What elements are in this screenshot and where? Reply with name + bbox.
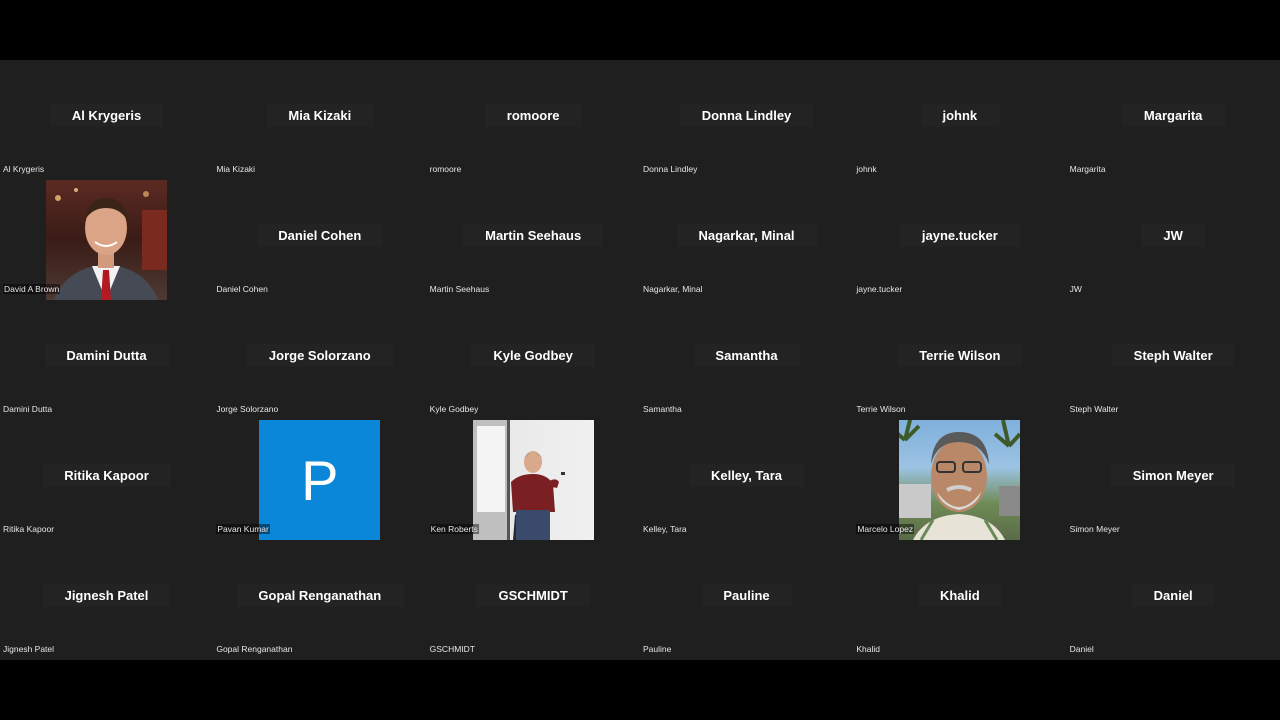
- participant-display-name: Mia Kizaki: [266, 104, 374, 127]
- participant-display-name: Nagarkar, Minal: [676, 224, 817, 247]
- participant-tile[interactable]: Terrie Wilson Terrie Wilson: [853, 300, 1066, 420]
- participant-tile[interactable]: David A Brown: [0, 180, 213, 300]
- participant-name-label: Jorge Solorzano: [216, 404, 279, 414]
- participant-display-name: jayne.tucker: [899, 224, 1020, 247]
- participant-name-label: Jignesh Patel: [3, 644, 55, 654]
- participant-tile[interactable]: Khalid Khalid: [853, 540, 1066, 660]
- avatar-letter: P: [301, 448, 339, 512]
- participant-name-label: Ken Roberts: [429, 524, 479, 534]
- participant-display-name: Kelley, Tara: [688, 464, 805, 487]
- participant-tile[interactable]: GSCHMIDT GSCHMIDT: [427, 540, 640, 660]
- participant-display-name: Martin Seehaus: [463, 224, 604, 247]
- participant-tile[interactable]: Nagarkar, Minal Nagarkar, Minal: [640, 180, 853, 300]
- participant-tile[interactable]: JW JW: [1067, 180, 1280, 300]
- participant-tile[interactable]: Daniel Daniel: [1067, 540, 1280, 660]
- participant-tile[interactable]: Ken Roberts: [427, 420, 640, 540]
- participant-name-label: Daniel Cohen: [216, 284, 268, 294]
- participant-display-name: Gopal Renganathan: [236, 584, 404, 607]
- video-feed: [472, 420, 594, 540]
- participant-display-name: Donna Lindley: [679, 104, 814, 127]
- participant-display-name: Jorge Solorzano: [246, 344, 393, 367]
- participant-tile[interactable]: Pauline Pauline: [640, 540, 853, 660]
- participant-name-label: Khalid: [856, 644, 880, 654]
- participant-name-label: Samantha: [643, 404, 682, 414]
- participant-name-label: Margarita: [1069, 164, 1106, 174]
- participant-name-label: Kyle Godbey: [429, 404, 479, 414]
- participant-tile[interactable]: Jorge Solorzano Jorge Solorzano: [213, 300, 426, 420]
- participant-display-name: Kyle Godbey: [471, 344, 595, 367]
- participant-display-name: johnk: [920, 104, 1000, 127]
- participant-name-label: Ritika Kapoor: [3, 524, 55, 534]
- participant-display-name: romoore: [484, 104, 582, 127]
- participant-tile[interactable]: Kyle Godbey Kyle Godbey: [427, 300, 640, 420]
- participant-tile[interactable]: jayne.tucker jayne.tucker: [853, 180, 1066, 300]
- participant-display-name: Ritika Kapoor: [42, 464, 171, 487]
- participant-name-label: Pauline: [643, 644, 672, 654]
- participant-tile[interactable]: romoore romoore: [427, 60, 640, 180]
- participant-display-name: Jignesh Patel: [42, 584, 171, 607]
- participant-name-label: Marcelo Lopez: [856, 524, 915, 534]
- participant-tile[interactable]: Daniel Cohen Daniel Cohen: [213, 180, 426, 300]
- participant-display-name: Steph Walter: [1111, 344, 1235, 367]
- participant-name-label: Terrie Wilson: [856, 404, 906, 414]
- participant-gallery: Al Krygeris Al Krygeris Mia Kizaki Mia Kiza…: [0, 60, 1280, 660]
- participant-name-label: Simon Meyer: [1069, 524, 1120, 534]
- participant-tile[interactable]: Al Krygeris Al Krygeris: [0, 60, 213, 180]
- participant-name-label: Al Krygeris: [3, 164, 45, 174]
- participant-display-name: Margarita: [1121, 104, 1225, 127]
- participant-tile[interactable]: P Pavan Kumar: [213, 420, 426, 540]
- participant-name-label: JW: [1069, 284, 1082, 294]
- participant-display-name: Terrie Wilson: [897, 344, 1023, 367]
- bottom-letterbox: [0, 660, 1280, 720]
- participant-tile[interactable]: Margarita Margarita: [1067, 60, 1280, 180]
- participant-tile[interactable]: johnk johnk: [853, 60, 1066, 180]
- participant-display-name: JW: [1141, 224, 1205, 247]
- participant-name-label: romoore: [429, 164, 462, 174]
- participant-display-name: GSCHMIDT: [476, 584, 590, 607]
- participant-name-label: jayne.tucker: [856, 284, 903, 294]
- participant-display-name: Al Krygeris: [49, 104, 164, 127]
- participant-tile[interactable]: Ritika Kapoor Ritika Kapoor: [0, 420, 213, 540]
- participant-name-label: Gopal Renganathan: [216, 644, 293, 654]
- participant-tile[interactable]: Steph Walter Steph Walter: [1067, 300, 1280, 420]
- participant-tile[interactable]: Kelley, Tara Kelley, Tara: [640, 420, 853, 540]
- participant-display-name: Damini Dutta: [44, 344, 169, 367]
- participant-name-label: Steph Walter: [1069, 404, 1119, 414]
- participant-name-label: johnk: [856, 164, 877, 174]
- participant-name-label: Martin Seehaus: [429, 284, 490, 294]
- participant-display-name: Daniel Cohen: [256, 224, 384, 247]
- top-letterbox: [0, 0, 1280, 60]
- participant-tile[interactable]: Marcelo Lopez: [853, 420, 1066, 540]
- video-feed: [899, 420, 1021, 540]
- participant-tile[interactable]: Jignesh Patel Jignesh Patel: [0, 540, 213, 660]
- participant-name-label: Donna Lindley: [643, 164, 698, 174]
- participant-tile[interactable]: Gopal Renganathan Gopal Renganathan: [213, 540, 426, 660]
- participant-name-label: Damini Dutta: [3, 404, 53, 414]
- participant-name-label: Nagarkar, Minal: [643, 284, 703, 294]
- avatar-tile: P: [259, 420, 381, 540]
- participant-display-name: Pauline: [701, 584, 792, 607]
- participant-tile[interactable]: Samantha Samantha: [640, 300, 853, 420]
- participant-name-label: Daniel: [1069, 644, 1094, 654]
- participant-tile[interactable]: Simon Meyer Simon Meyer: [1067, 420, 1280, 540]
- participant-name-label: Kelley, Tara: [643, 524, 687, 534]
- participant-name-label: Mia Kizaki: [216, 164, 256, 174]
- video-feed: [46, 180, 167, 300]
- person-photo: [54, 188, 167, 300]
- person-photo: [472, 420, 565, 540]
- participant-tile[interactable]: Damini Dutta Damini Dutta: [0, 300, 213, 420]
- participant-name-label: GSCHMIDT: [429, 644, 475, 654]
- participant-tile[interactable]: Martin Seehaus Martin Seehaus: [427, 180, 640, 300]
- participant-name-label: Pavan Kumar: [216, 524, 270, 534]
- participant-name-label: David A Brown: [3, 284, 61, 294]
- participant-display-name: Daniel: [1131, 584, 1215, 607]
- participant-display-name: Khalid: [917, 584, 1002, 607]
- participant-display-name: Simon Meyer: [1110, 464, 1236, 487]
- person-photo: [899, 420, 1021, 540]
- participant-tile[interactable]: Mia Kizaki Mia Kizaki: [213, 60, 426, 180]
- participant-display-name: Samantha: [693, 344, 800, 367]
- participant-tile[interactable]: Donna Lindley Donna Lindley: [640, 60, 853, 180]
